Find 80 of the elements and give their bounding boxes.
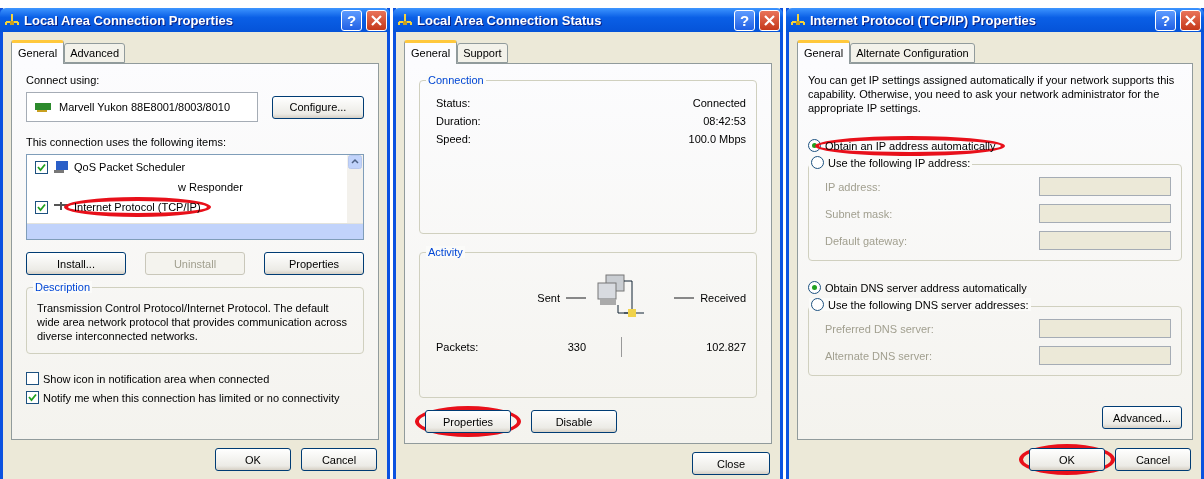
close-icon — [371, 14, 382, 26]
tab[interactable]: Support — [457, 43, 508, 63]
field-label: Packets: — [436, 341, 480, 353]
checkbox-label: Show icon in notification area when connected — [43, 372, 270, 385]
tab[interactable]: Alternate Configuration — [850, 43, 975, 63]
radio-button[interactable] — [811, 298, 824, 312]
network-icon — [790, 13, 806, 27]
checkbox[interactable] — [26, 372, 39, 386]
network-icon — [4, 13, 20, 27]
group-title: Connection — [426, 74, 486, 86]
section-label: This connection uses the following items: — [26, 136, 227, 148]
help-button[interactable]: ? — [734, 9, 755, 31]
field-value: Connected — [691, 97, 746, 109]
computer-icon — [53, 160, 69, 174]
configure-button[interactable]: Configure... — [272, 95, 364, 119]
network-card-icon — [35, 102, 51, 112]
field-label: Subnet mask: — [825, 207, 893, 220]
checkbox[interactable] — [35, 200, 48, 214]
tab[interactable]: General — [797, 40, 851, 64]
radio-label: Use the following DNS server addresses: — [828, 298, 1029, 311]
field-label: Default gateway: — [825, 234, 907, 247]
dialog-button[interactable]: Properties — [425, 410, 511, 433]
dialog-button[interactable]: Properties — [264, 252, 364, 275]
scroll-up-icon[interactable] — [348, 155, 362, 169]
radio-button[interactable] — [808, 281, 821, 295]
list-item[interactable]: Internet Protocol (TCP/IP) — [74, 201, 201, 213]
close-icon — [1185, 14, 1196, 26]
horizontal-scrollbar[interactable] — [27, 223, 363, 239]
connector-line — [674, 297, 695, 299]
field-label: Preferred DNS server: — [825, 322, 934, 335]
field-value: 102.827 — [705, 341, 746, 353]
intro-text: You can get IP settings assigned automatically if your network supports this capability. Otherwise, you need to ask your network administrator for the appropriate IP settings. — [808, 74, 1176, 116]
group-title: Description — [33, 281, 93, 293]
dialog-button[interactable]: Close — [692, 452, 770, 475]
field-value: 08:42:53 — [702, 115, 746, 127]
vertical-scrollbar[interactable] — [347, 155, 363, 223]
close-icon — [764, 14, 775, 26]
checkbox-label: Notify me when this connection has limited or no connectivity — [43, 391, 340, 404]
dialog-button[interactable]: OK — [1029, 448, 1105, 471]
checkbox[interactable] — [35, 160, 48, 174]
adapter-field: Marvell Yukon 88E8001/8003/8010 — [26, 92, 258, 122]
list-item[interactable]: QoS Packet Scheduler — [74, 161, 186, 173]
section-label: Connect using: — [26, 74, 101, 86]
window-title: Local Area Connection Properties — [24, 12, 234, 28]
tab[interactable]: Advanced — [64, 43, 126, 63]
radio-button[interactable] — [808, 139, 821, 153]
received-label: Received — [700, 292, 746, 304]
field-value: 100.0 Mbps — [688, 133, 746, 145]
advanced-button[interactable]: Advanced... — [1102, 406, 1182, 429]
network-icon — [397, 13, 413, 27]
radio-button[interactable] — [811, 156, 824, 170]
tab[interactable]: General — [11, 40, 65, 64]
field-label: IP address: — [825, 180, 881, 193]
group-title: Activity — [426, 246, 465, 258]
dialog-button[interactable]: Cancel — [1115, 448, 1191, 471]
close-button[interactable] — [366, 9, 387, 31]
close-button[interactable] — [759, 9, 780, 31]
radio-label: Obtain an IP address automatically — [825, 139, 996, 152]
sent-label: Sent — [537, 292, 560, 304]
list-item[interactable]: w Responder — [178, 181, 243, 193]
close-button[interactable] — [1180, 9, 1201, 31]
checkbox[interactable] — [26, 391, 39, 405]
field-label: Alternate DNS server: — [825, 349, 932, 362]
connector-line — [566, 297, 586, 299]
help-button[interactable]: ? — [341, 9, 362, 31]
window-title: Local Area Connection Status — [417, 12, 603, 28]
help-button[interactable]: ? — [1155, 9, 1176, 31]
field-label: Speed: — [436, 133, 472, 145]
dialog-button[interactable]: Disable — [531, 410, 617, 433]
field-value: 330 — [566, 341, 586, 353]
tab[interactable]: General — [404, 40, 458, 64]
dialog-button[interactable]: OK — [215, 448, 291, 471]
radio-label: Obtain DNS server address automatically — [825, 281, 1027, 294]
dialog-button[interactable]: Install... — [26, 252, 126, 275]
window-title: Internet Protocol (TCP/IP) Properties — [810, 12, 1038, 28]
description-text: Transmission Control Protocol/Internet Protocol. The default wide area network protocol that provides communication across diverse interconnected networks. — [37, 302, 348, 344]
dialog-button[interactable]: Cancel — [301, 448, 377, 471]
field-label: Duration: — [436, 115, 482, 127]
radio-label: Use the following IP address: — [828, 156, 971, 169]
field-label: Status: — [436, 97, 472, 109]
